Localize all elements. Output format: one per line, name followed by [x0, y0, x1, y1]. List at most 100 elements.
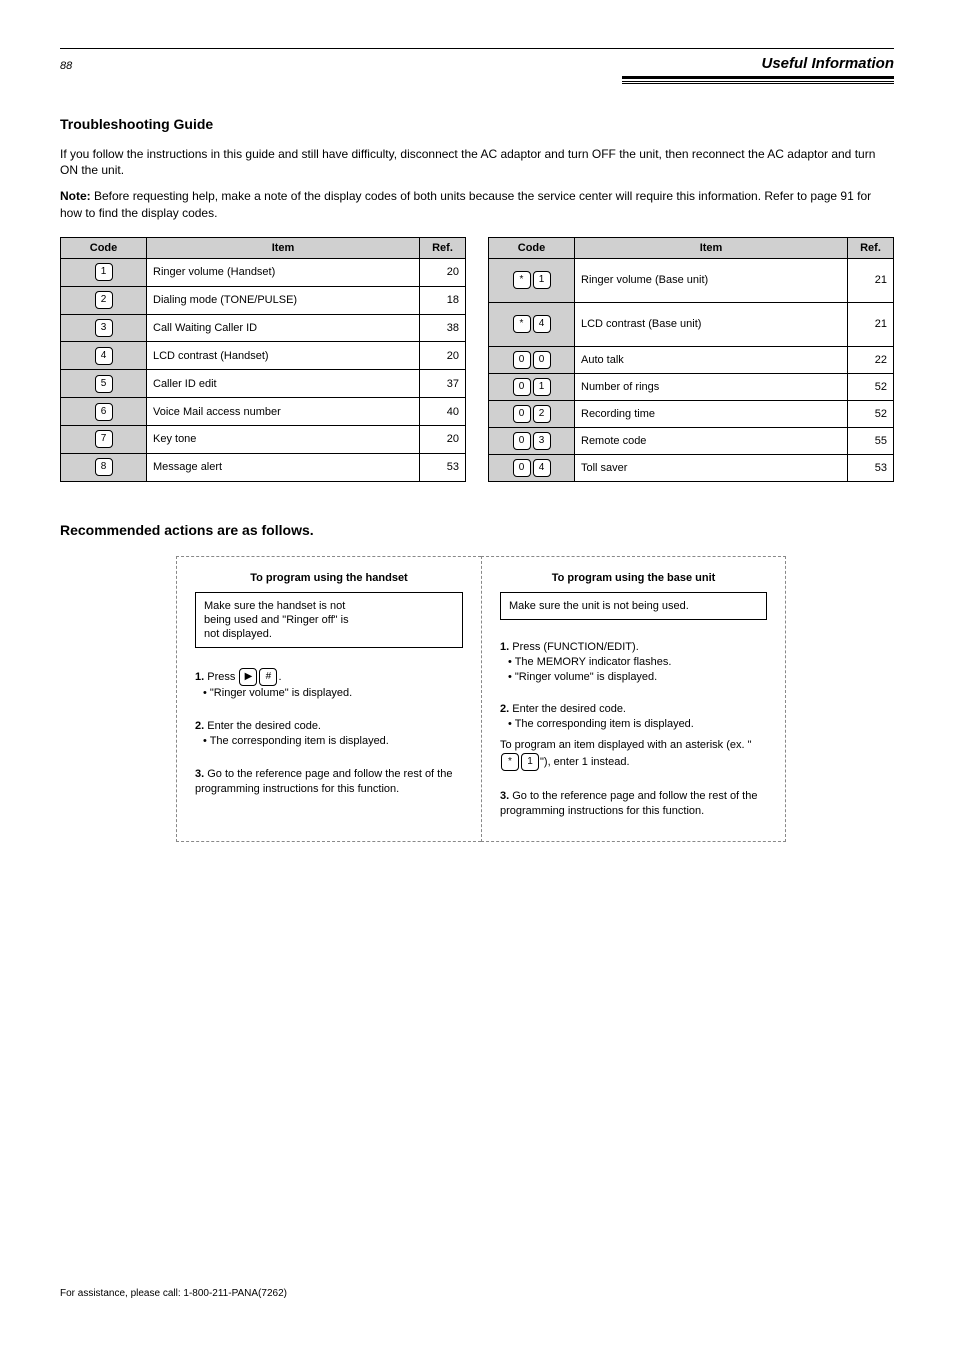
step-label: 3. [195, 768, 204, 780]
table-row: 04Toll saver53 [489, 454, 894, 481]
key-icon: 2 [95, 291, 113, 309]
codes-table-left: Code Item Ref. 1Ringer volume (Handset)2… [60, 237, 466, 482]
step-sub: • The MEMORY indicator flashes. [508, 655, 767, 670]
key-icon: 4 [533, 315, 551, 333]
box-line: not displayed. [204, 627, 454, 641]
code-cell: 2 [61, 286, 147, 314]
table-row: 7Key tone20 [61, 426, 466, 454]
flow-left-step1: 1. Press ▶#. • "Ringer volume" is displa… [195, 668, 463, 701]
item-cell: Voice Mail access number [147, 398, 420, 426]
flow-left-heading: To program using the handset [195, 571, 463, 586]
key-icon: 2 [533, 405, 551, 423]
table-row: 1Ringer volume (Handset)20 [61, 258, 466, 286]
step-text: Press [207, 671, 235, 683]
item-cell: Number of rings [575, 373, 848, 400]
page-number: 88 [60, 60, 72, 72]
footer-left: For assistance, please call: 1-800-211-P… [60, 1288, 287, 1299]
intro-paragraph: If you follow the instructions in this g… [60, 146, 894, 178]
code-cell: 1 [61, 258, 147, 286]
step-label: 2. [195, 720, 204, 732]
flow-left-step3: 3. Go to the reference page and follow t… [195, 767, 463, 797]
step-sub: • "Ringer volume" is displayed. [203, 686, 463, 701]
flow-right-step2: 2. Enter the desired code. • The corresp… [500, 702, 767, 771]
col-ref: Ref. [420, 237, 466, 258]
key-icon: 1 [533, 271, 551, 289]
step-sub: • The corresponding item is displayed. [203, 734, 463, 749]
step-text: . [278, 671, 281, 683]
box-line: Make sure the handset is not [204, 599, 454, 613]
flow-right-box: Make sure the unit is not being used. [500, 592, 767, 620]
table-row: 00Auto talk22 [489, 346, 894, 373]
ref-cell: 55 [848, 427, 894, 454]
code-cell: *1 [489, 258, 575, 302]
ref-cell: 20 [420, 342, 466, 370]
step-sub: • The corresponding item is displayed. [508, 717, 767, 732]
ref-cell: 21 [848, 258, 894, 302]
note-label: Note: [60, 189, 94, 203]
ref-cell: 52 [848, 373, 894, 400]
key-icon: 4 [95, 347, 113, 365]
key-icon: 1 [95, 263, 113, 281]
key-icon: # [259, 668, 277, 686]
key-icon: 1 [533, 378, 551, 396]
ref-cell: 37 [420, 370, 466, 398]
key-icon: 1 [521, 753, 539, 771]
flow-left-step2: 2. Enter the desired code. • The corresp… [195, 719, 463, 749]
table-row: 2Dialing mode (TONE/PULSE)18 [61, 286, 466, 314]
subsection-title: Troubleshooting Guide [60, 116, 894, 132]
page-top-rule [60, 48, 894, 49]
step-label: 3. [500, 790, 509, 802]
table-row: 5 Caller ID edit37 [61, 370, 466, 398]
code-cell: 7 [61, 426, 147, 454]
key-icon: 4 [533, 459, 551, 477]
code-cell: 04 [489, 454, 575, 481]
item-cell: LCD contrast (Base unit) [575, 302, 848, 346]
code-cell: 4 [61, 342, 147, 370]
ref-cell: 20 [420, 426, 466, 454]
item-cell: Ringer volume (Base unit) [575, 258, 848, 302]
table-row: 8Message alert53 [61, 453, 466, 481]
note-text: Before requesting help, make a note of t… [60, 189, 871, 219]
step-label: 1. [195, 671, 204, 683]
step-text: Enter the desired code. [207, 720, 321, 732]
key-icon: 0 [533, 351, 551, 369]
step-label: 1. [500, 641, 509, 653]
step-text: Press (FUNCTION/EDIT). [512, 641, 639, 653]
table-row: 01 Number of rings52 [489, 373, 894, 400]
ref-cell: 21 [848, 302, 894, 346]
step-text: Go to the reference page and follow the … [195, 768, 452, 795]
flow-left: To program using the handset Make sure t… [176, 556, 481, 842]
code-cell: 5 [61, 370, 147, 398]
ref-cell: 53 [420, 453, 466, 481]
key-icon: 3 [95, 319, 113, 337]
actions-title: Recommended actions are as follows. [60, 522, 894, 538]
key-icon: 6 [95, 403, 113, 421]
key-icon: 5 [95, 375, 113, 393]
key-icon: 0 [513, 378, 531, 396]
table-row: 02Recording time52 [489, 400, 894, 427]
codes-table-right: Code Item Ref. *1Ringer volume (Base uni… [488, 237, 894, 482]
item-cell: Message alert [147, 453, 420, 481]
flow-left-box: Make sure the handset is not being used … [195, 592, 463, 649]
item-cell: LCD contrast (Handset) [147, 342, 420, 370]
item-cell: Caller ID edit [147, 370, 420, 398]
section-title: Useful Information [761, 55, 894, 72]
ref-cell: 38 [420, 314, 466, 342]
item-cell: Toll saver [575, 454, 848, 481]
ref-cell: 53 [848, 454, 894, 481]
key-icon: ▶ [239, 668, 257, 686]
table-row: 4 LCD contrast (Handset)20 [61, 342, 466, 370]
flow-right: To program using the base unit Make sure… [481, 556, 786, 842]
key-icon: 0 [513, 351, 531, 369]
code-cell: 8 [61, 453, 147, 481]
flow-right-step3: 3. Go to the reference page and follow t… [500, 789, 767, 819]
box-line: being used and "Ringer off" is [204, 613, 454, 627]
col-code: Code [61, 237, 147, 258]
table-row: 3Call Waiting Caller ID38 [61, 314, 466, 342]
table-row: *4LCD contrast (Base unit)21 [489, 302, 894, 346]
code-cell: 00 [489, 346, 575, 373]
table-row: 03Remote code55 [489, 427, 894, 454]
key-icon: 0 [513, 405, 531, 423]
code-tables: Code Item Ref. 1Ringer volume (Handset)2… [60, 237, 894, 482]
item-cell: Recording time [575, 400, 848, 427]
